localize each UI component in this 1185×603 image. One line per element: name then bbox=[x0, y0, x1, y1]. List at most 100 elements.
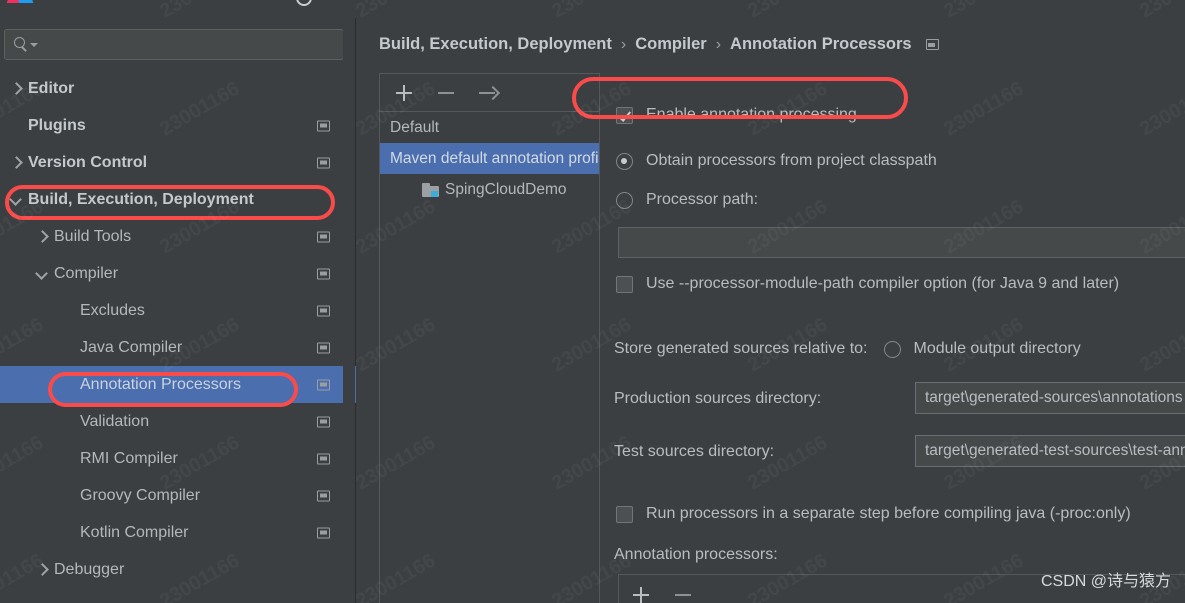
csdn-credit: CSDN @诗与猿方 bbox=[1040, 573, 1171, 590]
sidebar-item-label: Plugins bbox=[28, 116, 86, 134]
obtain-from-classpath-row[interactable]: Obtain processors from project classpath bbox=[616, 152, 937, 170]
sidebar-item-groovy-compiler[interactable]: Groovy Compiler bbox=[0, 477, 356, 514]
search-field-wrap bbox=[4, 29, 344, 60]
store-generated-sources-label: Store generated sources relative to: bbox=[614, 340, 868, 357]
test-sources-input[interactable]: target\generated-test-sources\test-annot… bbox=[915, 435, 1185, 467]
module-output-directory-radio[interactable] bbox=[884, 340, 902, 358]
sidebar-item-label: Kotlin Compiler bbox=[80, 523, 189, 541]
jetbrains-logo-icon bbox=[6, 0, 34, 8]
sidebar-item-label: RMI Compiler bbox=[80, 449, 178, 467]
sidebar-item-label: Java Compiler bbox=[80, 338, 183, 356]
sidebar-item-editor[interactable]: Editor bbox=[0, 70, 356, 107]
chevron-right-icon[interactable] bbox=[10, 157, 22, 169]
breadcrumb-part[interactable]: Compiler bbox=[635, 35, 707, 54]
sidebar-item-label: Excludes bbox=[80, 301, 145, 319]
profile-module-row[interactable]: SpingCloudDemo bbox=[380, 174, 599, 205]
sidebar-item-compiler[interactable]: Compiler bbox=[0, 255, 356, 292]
minus-icon[interactable] bbox=[673, 585, 693, 603]
breadcrumb-part[interactable]: Annotation Processors bbox=[730, 35, 912, 54]
sidebar-item-label: Editor bbox=[28, 79, 75, 97]
search-icon bbox=[14, 37, 29, 52]
window-caret-icon bbox=[296, 0, 312, 6]
run-processors-separate-step-row[interactable]: Run processors in a separate step before… bbox=[616, 505, 1131, 523]
project-scope-icon bbox=[317, 379, 330, 390]
obtain-from-classpath-label: Obtain processors from project classpath bbox=[646, 152, 937, 169]
breadcrumb-separator: › bbox=[715, 35, 722, 53]
profile-label: SpingCloudDemo bbox=[445, 180, 567, 198]
chevron-right-icon[interactable] bbox=[36, 564, 48, 576]
sidebar-item-excludes[interactable]: Excludes bbox=[0, 292, 356, 329]
chevron-down-icon[interactable] bbox=[10, 194, 22, 206]
processor-path-radio[interactable] bbox=[616, 191, 633, 209]
sidebar-item-validation[interactable]: Validation bbox=[0, 403, 356, 440]
sidebar-item-build-execution-deployment[interactable]: Build, Execution, Deployment bbox=[0, 181, 356, 218]
sidebar-item-annotation-processors[interactable]: Annotation Processors bbox=[0, 366, 356, 403]
test-sources-label: Test sources directory: bbox=[614, 443, 775, 460]
project-scope-icon bbox=[317, 453, 330, 464]
settings-sidebar: Editor Plugins Version Control Build, Execu… bbox=[0, 18, 697, 603]
window-titlebar bbox=[0, 0, 1185, 18]
breadcrumb-separator: › bbox=[620, 35, 627, 53]
project-scope-icon bbox=[317, 416, 330, 427]
module-output-directory-label: Module output directory bbox=[913, 340, 1081, 357]
project-scope-icon bbox=[317, 527, 330, 538]
processor-path-row[interactable]: Processor path: bbox=[616, 191, 758, 209]
sidebar-item-plugins[interactable]: Plugins bbox=[0, 107, 356, 144]
profile-label: Default bbox=[390, 118, 440, 136]
search-box[interactable] bbox=[4, 29, 344, 60]
processor-path-label: Processor path: bbox=[646, 191, 759, 208]
production-sources-input[interactable]: target\generated-sources\annotations bbox=[915, 382, 1185, 414]
sidebar-item-java-compiler[interactable]: Java Compiler bbox=[0, 329, 356, 366]
sidebar-item-label: Build, Execution, Deployment bbox=[28, 190, 254, 208]
sidebar-item-rmi-compiler[interactable]: RMI Compiler bbox=[0, 440, 356, 477]
profile-row[interactable]: Maven default annotation profile bbox=[380, 143, 599, 174]
search-input[interactable] bbox=[39, 30, 339, 59]
arrow-right-icon[interactable] bbox=[478, 83, 498, 103]
sidebar-item-label: Version Control bbox=[28, 153, 148, 171]
chevron-right-icon[interactable] bbox=[36, 231, 48, 243]
minus-icon[interactable] bbox=[436, 83, 456, 103]
sidebar-item-label: Debugger bbox=[54, 560, 125, 578]
test-sources-row: Test sources directory: bbox=[614, 443, 914, 461]
project-scope-icon bbox=[317, 342, 330, 353]
chevron-right-icon[interactable] bbox=[10, 83, 22, 95]
use-processor-module-path-label: Use --processor-module-path compiler opt… bbox=[646, 275, 1120, 292]
profiles-panel: Default Maven default annotation profile S… bbox=[379, 73, 600, 603]
processor-path-input[interactable] bbox=[618, 227, 1185, 258]
enable-annotation-processing-row[interactable]: Enable annotation processing bbox=[616, 106, 857, 124]
breadcrumb-part[interactable]: Build, Execution, Deployment bbox=[379, 35, 612, 54]
annotation-processors-title: Annotation processors: bbox=[614, 546, 778, 563]
profile-row[interactable]: Default bbox=[380, 112, 599, 143]
production-sources-row: Production sources directory: bbox=[614, 390, 914, 408]
plus-icon[interactable] bbox=[631, 585, 651, 603]
chevron-down-icon[interactable] bbox=[30, 43, 38, 47]
use-processor-module-path-row[interactable]: Use --processor-module-path compiler opt… bbox=[616, 275, 1119, 293]
project-scope-icon bbox=[317, 268, 330, 279]
profiles-toolbar bbox=[380, 74, 599, 112]
use-processor-module-path-checkbox[interactable] bbox=[616, 275, 633, 293]
project-scope-icon bbox=[317, 120, 330, 131]
profiles-list: Default Maven default annotation profile S… bbox=[380, 112, 599, 205]
project-scope-icon bbox=[317, 305, 330, 316]
chevron-down-icon[interactable] bbox=[36, 268, 48, 280]
sidebar-scrollbar-track[interactable] bbox=[343, 18, 697, 603]
breadcrumb: Build, Execution, Deployment › Compiler › An… bbox=[379, 35, 939, 54]
sidebar-item-build-tools[interactable]: Build Tools bbox=[0, 218, 356, 255]
sidebar-item-version-control[interactable]: Version Control bbox=[0, 144, 356, 181]
plus-icon[interactable] bbox=[394, 83, 414, 103]
sidebar-item-label: Validation bbox=[80, 412, 150, 430]
obtain-from-classpath-radio[interactable] bbox=[616, 152, 633, 170]
annotation-processors-title-row: Annotation processors: bbox=[614, 546, 778, 564]
sidebar-item-debugger[interactable]: Debugger bbox=[0, 551, 356, 588]
enable-annotation-processing-checkbox[interactable] bbox=[616, 106, 633, 124]
run-processors-separate-step-checkbox[interactable] bbox=[616, 505, 633, 523]
profile-label: Maven default annotation profile bbox=[390, 149, 599, 167]
sidebar-item-kotlin-compiler[interactable]: Kotlin Compiler bbox=[0, 514, 356, 551]
